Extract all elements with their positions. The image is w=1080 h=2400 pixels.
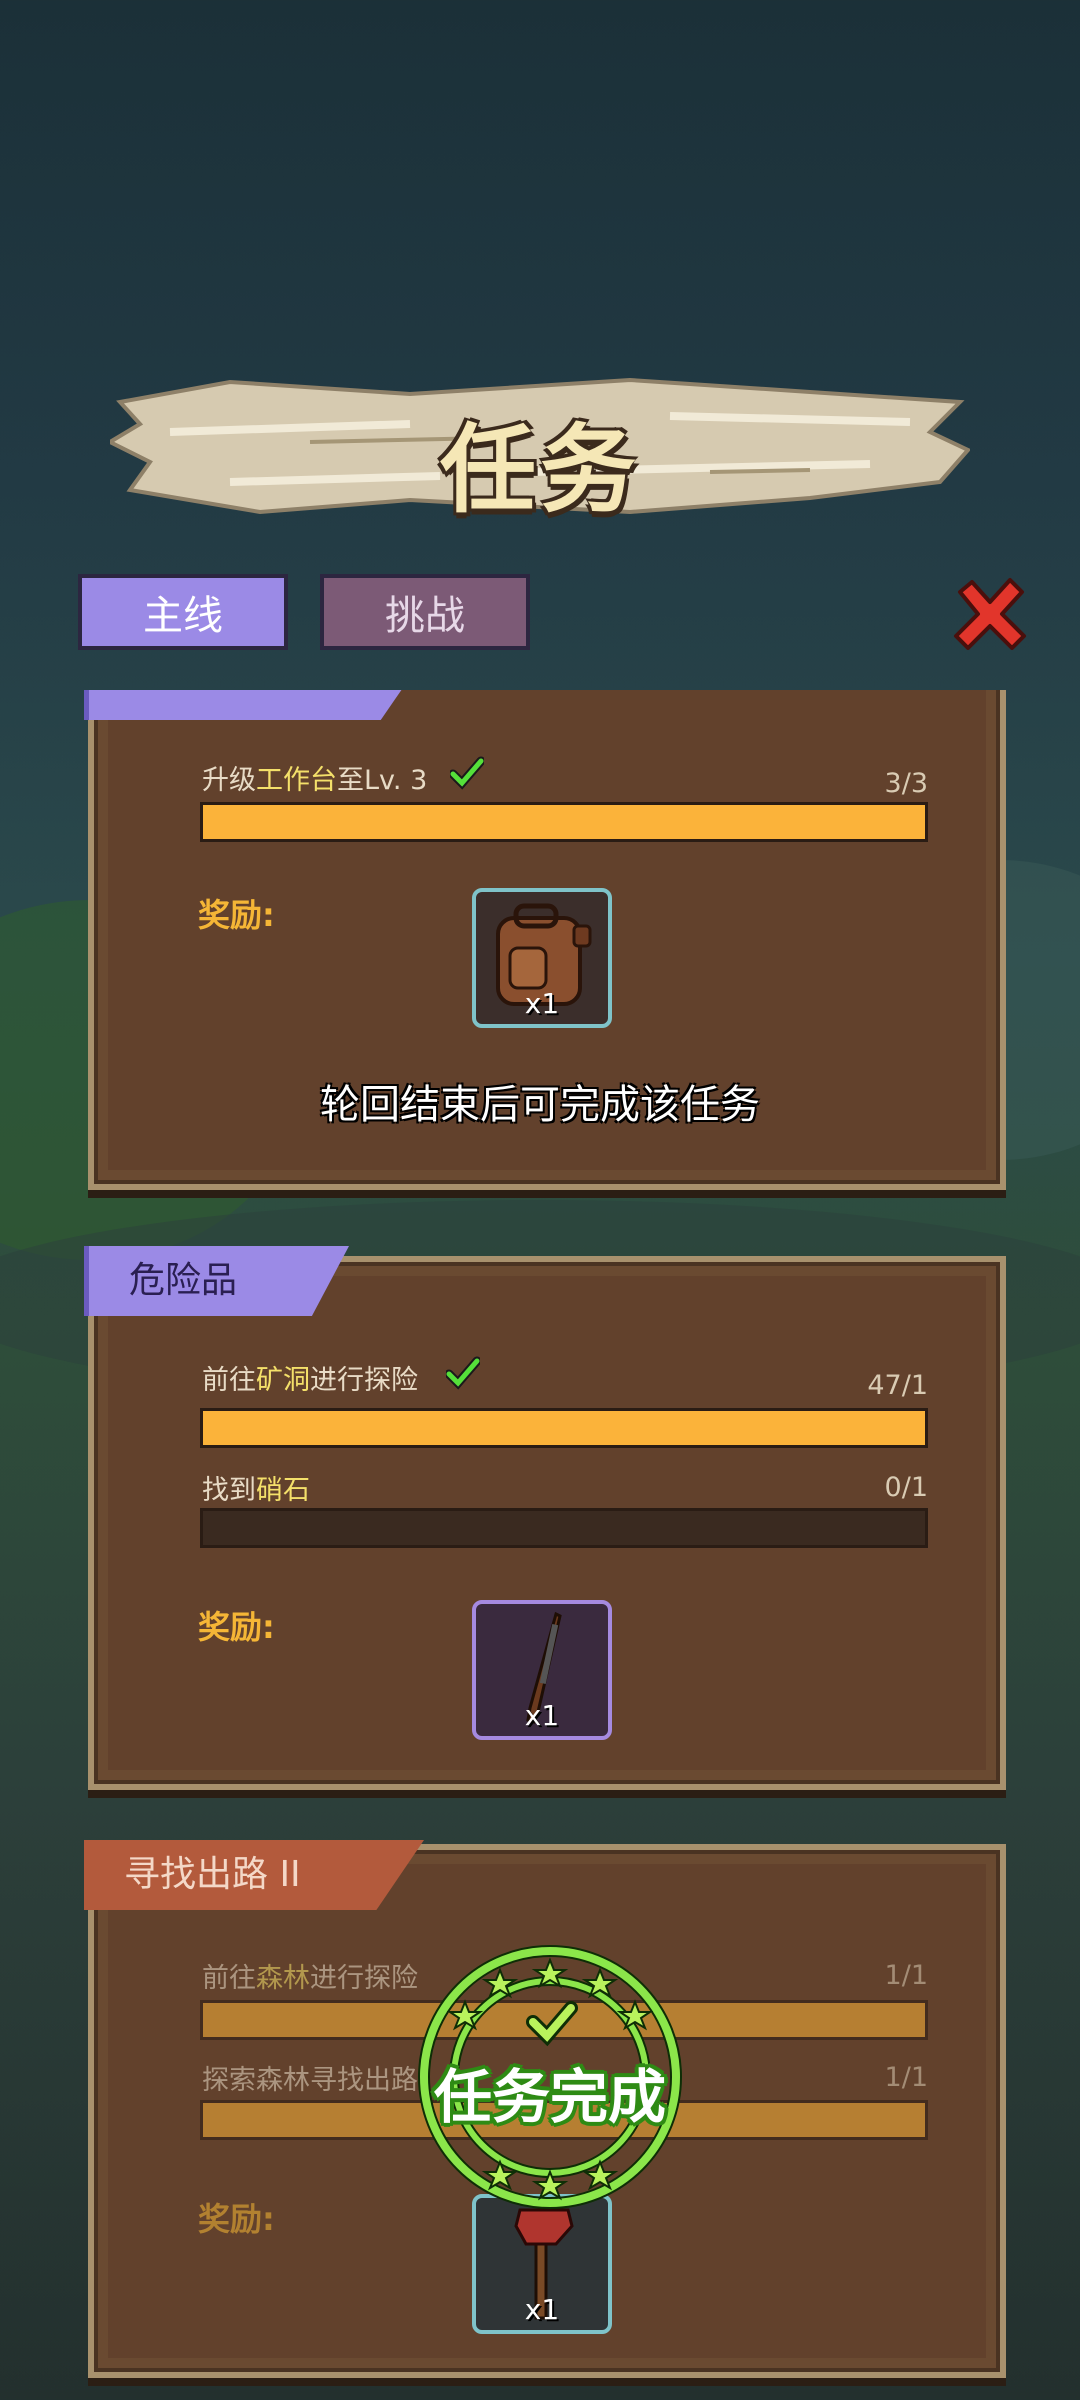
quest-ribbon-2: 危险品 [84,1246,349,1316]
tab-challenge-label: 挑战 [385,593,465,639]
tab-main-label: 主线 [143,593,223,639]
quest-3-task-1: 前往森林进行探险 [202,1963,418,1994]
close-icon[interactable] [950,574,1030,654]
reward-label: 奖励: [198,896,275,934]
progress-fill [203,805,925,839]
check-icon [446,1356,480,1390]
reward-slot[interactable]: x1 [472,1600,612,1740]
reward-slot[interactable]: x1 [472,2194,612,2334]
quest-2-task-2-count: 0/1 [884,1472,928,1503]
quest-1-task-1: 升级工作台至Lv. 3 [202,765,428,796]
progress-fill [203,1411,925,1445]
quest-2-task-2-progress [200,1508,928,1548]
reward-quantity: x1 [524,987,560,1020]
reward-quantity: x1 [524,2293,560,2326]
quest-1-task-1-count: 3/3 [884,768,928,799]
check-icon [450,756,484,790]
quest-2-task-1: 前往矿洞进行探险 [202,1365,418,1396]
quest-2-task-1-count: 47/1 [867,1370,928,1401]
tab-main[interactable]: 主线 [78,574,288,650]
quest-ribbon-3: 寻找出路 II [84,1840,424,1910]
reward-slot[interactable]: x1 [472,888,612,1028]
quest-3-task-1-count: 1/1 [884,1960,928,1991]
quest-1-task-1-progress [200,802,928,842]
page-title: 任务 [440,414,640,526]
tab-challenge[interactable]: 挑战 [320,574,530,650]
quest-2-task-1-progress [200,1408,928,1448]
reward-label: 奖励: [198,2200,275,2238]
reward-quantity: x1 [524,1699,560,1732]
quest-2-task-2: 找到硝石 [202,1475,310,1506]
quest-ribbon-1 [84,690,429,720]
quest-3-task-2: 探索森林寻找出路 [202,2065,418,2096]
quest-3-task-2-count: 1/1 [884,2062,928,2093]
reward-label: 奖励: [198,1608,275,1646]
quest-complete-stamp-text: 任务完成 [433,2063,666,2131]
quest-notice: 轮回结束后可完成该任务 [320,1082,760,1128]
